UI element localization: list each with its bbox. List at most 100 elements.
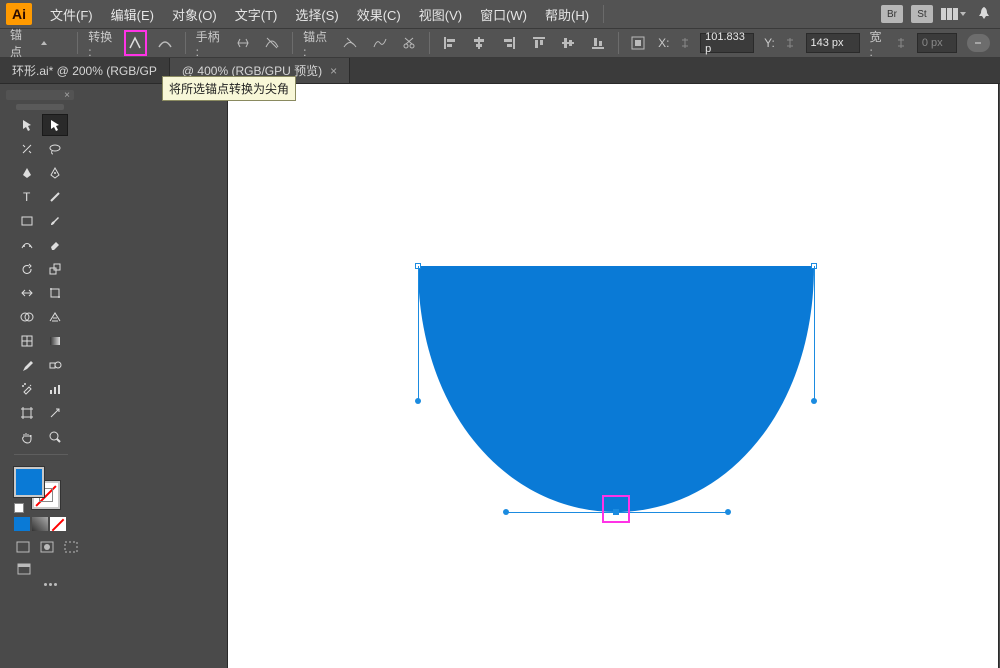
align-right-button[interactable]	[499, 32, 519, 54]
handle-end[interactable]	[811, 398, 817, 404]
canvas-area[interactable]	[80, 84, 1000, 668]
handle-line	[418, 266, 419, 400]
panel-close-icon[interactable]: ×	[64, 90, 70, 101]
convert-to-smooth-button[interactable]	[155, 32, 175, 54]
rectangle-tool[interactable]	[14, 210, 40, 232]
none-mode-button[interactable]	[50, 517, 66, 531]
constrain-proportions-button[interactable]	[967, 34, 990, 52]
convert-to-corner-button[interactable]	[126, 32, 146, 54]
width-tool[interactable]	[14, 282, 40, 304]
chevron-down-icon	[960, 12, 966, 16]
menu-file[interactable]: 文件(F)	[42, 1, 101, 28]
blend-tool[interactable]	[42, 354, 68, 376]
document-tabs: 环形.ai* @ 200% (RGB/GP @ 400% (RGB/GPU 预览…	[0, 58, 1000, 84]
control-bar: 锚点 转换 : 手柄 : 锚点 : X: 101.833 p Y: 143 px…	[0, 28, 1000, 58]
w-value-field[interactable]: 0 px	[917, 33, 957, 53]
x-value-field[interactable]: 101.833 p	[700, 33, 754, 53]
tool-divider	[14, 454, 68, 455]
w-link-icon[interactable]	[896, 32, 907, 54]
tab-close-button[interactable]: ×	[330, 64, 337, 78]
eyedropper-tool[interactable]	[14, 354, 40, 376]
hand-tool[interactable]	[14, 426, 40, 448]
menu-help[interactable]: 帮助(H)	[537, 1, 597, 28]
pen-tool[interactable]	[14, 162, 40, 184]
gradient-tool[interactable]	[42, 330, 68, 352]
gradient-mode-button[interactable]	[32, 517, 48, 531]
svg-text:T: T	[23, 190, 31, 204]
stock-button[interactable]: St	[911, 5, 933, 23]
align-top-button[interactable]	[529, 32, 549, 54]
menu-view[interactable]: 视图(V)	[411, 1, 470, 28]
hide-handles-button[interactable]	[263, 32, 283, 54]
arrange-documents-dropdown[interactable]	[941, 8, 966, 20]
vector-shape[interactable]	[228, 84, 998, 668]
handle-end[interactable]	[725, 509, 731, 515]
draw-mode-inside-icon[interactable]	[62, 539, 80, 555]
eraser-tool[interactable]	[42, 234, 68, 256]
menu-select[interactable]: 选择(S)	[287, 1, 346, 28]
free-transform-tool[interactable]	[42, 282, 68, 304]
color-mode-row	[14, 517, 80, 531]
shaper-tool[interactable]	[14, 234, 40, 256]
default-fill-stroke-icon[interactable]	[14, 503, 24, 513]
menu-edit[interactable]: 编辑(E)	[103, 1, 162, 28]
handle-end[interactable]	[503, 509, 509, 515]
magic-wand-tool[interactable]	[14, 138, 40, 160]
draw-mode-normal-icon[interactable]	[14, 539, 32, 555]
line-segment-tool[interactable]	[42, 186, 68, 208]
menu-text[interactable]: 文字(T)	[227, 1, 286, 28]
tab-doc-1[interactable]: 环形.ai* @ 200% (RGB/GP	[0, 58, 170, 83]
align-left-button[interactable]	[440, 32, 460, 54]
isolate-button[interactable]	[629, 32, 649, 54]
mesh-tool[interactable]	[14, 330, 40, 352]
tool-grid: T	[14, 114, 80, 459]
show-handles-multi-button[interactable]	[233, 32, 253, 54]
column-graph-tool[interactable]	[42, 378, 68, 400]
lasso-tool[interactable]	[42, 138, 68, 160]
type-tool[interactable]: T	[14, 186, 40, 208]
anchor-point-expand-icon[interactable]	[41, 41, 47, 45]
selection-tool[interactable]	[14, 114, 40, 136]
scale-tool[interactable]	[42, 258, 68, 280]
x-label: X:	[658, 36, 669, 50]
x-link-icon[interactable]	[679, 32, 690, 54]
menu-window[interactable]: 窗口(W)	[472, 1, 535, 28]
slice-tool[interactable]	[42, 402, 68, 424]
screen-mode-button[interactable]	[14, 561, 34, 577]
convert-label: 转换 :	[88, 28, 115, 59]
menu-effect[interactable]: 效果(C)	[349, 1, 409, 28]
remove-anchor-button[interactable]	[340, 32, 360, 54]
app-logo: Ai	[6, 3, 32, 25]
connect-anchor-button[interactable]	[370, 32, 390, 54]
fill-swatch[interactable]	[14, 467, 44, 497]
menu-object[interactable]: 对象(O)	[164, 1, 225, 28]
align-bottom-button[interactable]	[588, 32, 608, 54]
align-vcenter-button[interactable]	[558, 32, 578, 54]
panel-drag-handle[interactable]	[16, 104, 64, 110]
handle-end[interactable]	[415, 398, 421, 404]
paintbrush-tool[interactable]	[42, 210, 68, 232]
curvature-tool[interactable]	[42, 162, 68, 184]
align-hcenter-button[interactable]	[470, 32, 490, 54]
symbol-sprayer-tool[interactable]	[14, 378, 40, 400]
edit-toolbar-button[interactable]	[20, 583, 80, 586]
divider	[618, 32, 619, 54]
divider	[185, 32, 186, 54]
rotate-tool[interactable]	[14, 258, 40, 280]
draw-mode-behind-icon[interactable]	[38, 539, 56, 555]
workspace: × T	[0, 84, 1000, 668]
cut-path-button[interactable]	[400, 32, 420, 54]
perspective-grid-tool[interactable]	[42, 306, 68, 328]
y-link-icon[interactable]	[785, 32, 796, 54]
zoom-tool[interactable]	[42, 426, 68, 448]
shape-builder-tool[interactable]	[14, 306, 40, 328]
fill-stroke-swatches[interactable]	[14, 467, 68, 511]
artboard[interactable]	[228, 84, 998, 668]
bridge-button[interactable]: Br	[881, 5, 903, 23]
gpu-performance-icon[interactable]	[974, 4, 994, 24]
direct-selection-tool[interactable]	[42, 114, 68, 136]
y-value-field[interactable]: 143 px	[806, 33, 860, 53]
artboard-tool[interactable]	[14, 402, 40, 424]
color-mode-button[interactable]	[14, 517, 30, 531]
panel-tab-bar[interactable]: ×	[6, 90, 74, 100]
